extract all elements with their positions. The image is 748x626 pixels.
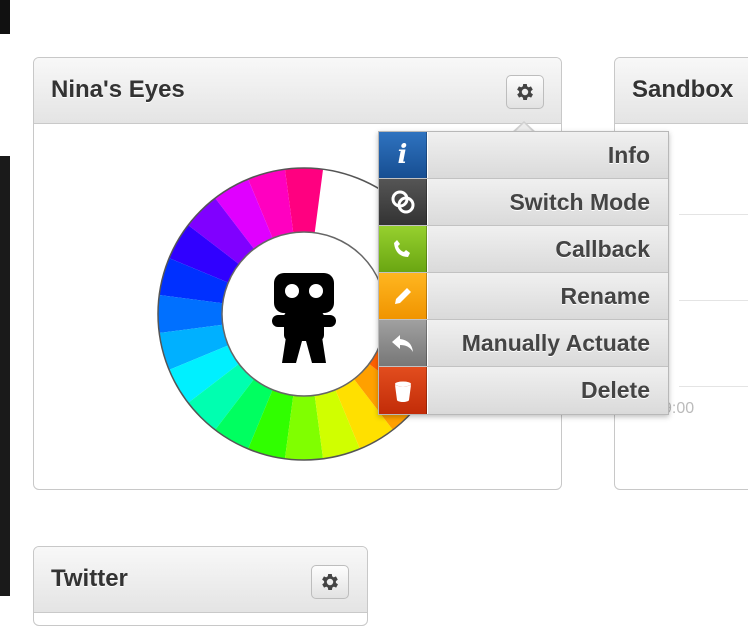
menu-item-switch-mode[interactable]: Switch Mode bbox=[379, 179, 668, 226]
menu-item-label: Switch Mode bbox=[427, 179, 668, 225]
menu-item-label: Callback bbox=[427, 226, 668, 272]
gear-icon bbox=[517, 84, 533, 100]
window-edge-side bbox=[0, 156, 10, 596]
settings-button[interactable] bbox=[506, 75, 544, 109]
divider bbox=[679, 386, 748, 387]
info-icon: i bbox=[379, 132, 427, 178]
menu-item-label: Manually Actuate bbox=[427, 320, 668, 366]
widget-twitter: Twitter bbox=[33, 546, 368, 626]
pencil-icon bbox=[379, 273, 427, 319]
widget-context-menu: i Info Switch Mode Callback Rename Manua… bbox=[378, 131, 669, 415]
menu-item-rename[interactable]: Rename bbox=[379, 273, 668, 320]
widget-title: Sandbox bbox=[632, 76, 734, 103]
menu-item-label: Delete bbox=[427, 367, 668, 414]
divider bbox=[679, 300, 748, 301]
divider bbox=[679, 214, 748, 215]
phone-icon bbox=[379, 226, 427, 272]
menu-item-callback[interactable]: Callback bbox=[379, 226, 668, 273]
trash-icon bbox=[379, 367, 427, 414]
reply-arrow-icon bbox=[379, 320, 427, 366]
menu-item-label: Info bbox=[427, 132, 668, 178]
gear-icon bbox=[322, 574, 338, 590]
widget-header: Nina's Eyes bbox=[34, 58, 561, 124]
window-edge-top bbox=[0, 0, 10, 34]
link-rings-icon bbox=[379, 179, 427, 225]
menu-item-label: Rename bbox=[427, 273, 668, 319]
menu-item-manually-actuate[interactable]: Manually Actuate bbox=[379, 320, 668, 367]
widget-title: Twitter bbox=[51, 565, 128, 592]
menu-item-delete[interactable]: Delete bbox=[379, 367, 668, 414]
menu-item-info[interactable]: i Info bbox=[379, 132, 668, 179]
widget-header: Twitter bbox=[34, 547, 367, 613]
settings-button[interactable] bbox=[311, 565, 349, 599]
widget-title: Nina's Eyes bbox=[51, 76, 185, 103]
widget-header: Sandbox bbox=[615, 58, 748, 124]
